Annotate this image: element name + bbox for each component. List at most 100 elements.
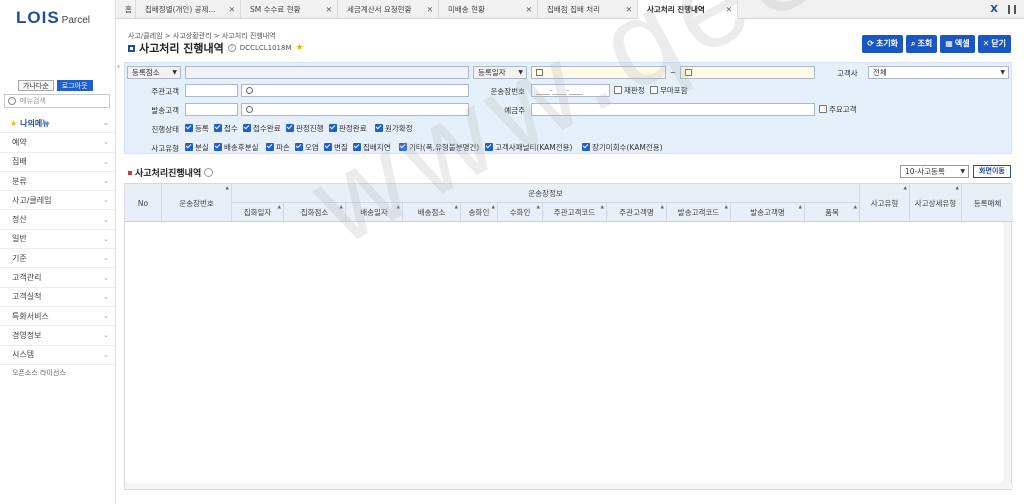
- type-checkbox-damaged[interactable]: 파손: [266, 142, 290, 153]
- main-customer-checkbox[interactable]: 주요고객: [819, 104, 857, 115]
- tab-sm-fee[interactable]: SM 수수료 현황 ✕: [241, 0, 338, 19]
- close-button[interactable]: ✕ 닫기: [977, 35, 1011, 53]
- search-button[interactable]: ⌕ 조회: [906, 35, 938, 53]
- col-accident-type[interactable]: 사고유형 ▲: [860, 184, 910, 222]
- calendar-icon[interactable]: [536, 69, 543, 76]
- main-customer-code-input[interactable]: [185, 84, 238, 97]
- type-checkbox-lost-after-delivery[interactable]: 배송후분실: [214, 142, 259, 153]
- refresh-icon: ⟳: [867, 39, 874, 48]
- sort-button[interactable]: 가나다순: [18, 80, 54, 91]
- date-to-input[interactable]: [680, 66, 815, 79]
- tab-undelivered[interactable]: 미배송 현황 ✕: [439, 0, 538, 19]
- sidebar-item-reservation[interactable]: 예약 ⌄: [0, 133, 115, 153]
- search-icon[interactable]: [246, 106, 253, 113]
- reg-place-select[interactable]: 등록점소 ▼: [127, 66, 181, 79]
- type-checkbox-lost[interactable]: 분실: [185, 142, 209, 153]
- grid-horizontal-scrollbar[interactable]: [125, 483, 1013, 489]
- tab-tax-invoice[interactable]: 세금계산서 요청현황 ✕: [338, 0, 439, 19]
- rejudge-checkbox[interactable]: 재판정: [614, 85, 645, 96]
- col-main-customer-name[interactable]: 주관고객명 ▲: [607, 203, 667, 222]
- screen-move-button[interactable]: 화면이동: [973, 165, 1011, 178]
- customer-company-select[interactable]: 전체 ▼: [868, 66, 1009, 79]
- col-collect-office[interactable]: 집화점소 ▲: [284, 203, 346, 222]
- sidebar-item-favorites[interactable]: ★ 나의메뉴 ⌄: [0, 114, 115, 134]
- status-checkbox-cost-fixed[interactable]: 원가확정: [375, 123, 413, 134]
- excel-button[interactable]: ▦ 엑셀: [940, 35, 975, 53]
- status-checkbox-registered[interactable]: 등록: [185, 123, 209, 134]
- col-ship-customer-code[interactable]: 발송고객코드 ▲: [667, 203, 731, 222]
- close-all-tabs-icon[interactable]: X: [990, 4, 998, 15]
- reset-button[interactable]: ⟳ 초기화: [862, 35, 904, 53]
- col-delivery-office[interactable]: 배송점소 ▲: [403, 203, 461, 222]
- calendar-icon[interactable]: [685, 69, 692, 76]
- collapse-sidebar-icon[interactable]: ‹: [117, 62, 120, 71]
- sidebar-item-customer[interactable]: 고객관리 ⌄: [0, 268, 115, 288]
- grid-vertical-scrollbar[interactable]: [1003, 222, 1011, 489]
- reg-date-select[interactable]: 등록일자 ▼: [473, 66, 527, 79]
- favorite-star-icon[interactable]: ★: [296, 43, 304, 53]
- col-delivery-date[interactable]: 배송일자 ▲: [346, 203, 403, 222]
- col-collect-date[interactable]: 집화일자 ▲: [232, 203, 284, 222]
- tab-accident-history[interactable]: 사고처리 진행내역 ✕: [638, 0, 738, 19]
- waybill-input[interactable]: ____-____-____: [531, 84, 610, 97]
- close-icon[interactable]: ✕: [427, 0, 433, 19]
- reg-place-input[interactable]: [185, 66, 469, 79]
- type-checkbox-penalty[interactable]: 고객사패널티(KAM전용): [485, 142, 572, 153]
- col-waybill[interactable]: 운송장번호 ▲: [162, 184, 232, 222]
- sidebar-item-settlement[interactable]: 정산 ⌄: [0, 210, 115, 230]
- col-sender[interactable]: 송화인 ▲: [461, 203, 498, 222]
- close-icon[interactable]: ✕: [726, 0, 732, 17]
- sidebar-item-system[interactable]: 시스템 ⌄: [0, 346, 115, 365]
- ship-customer-name-input[interactable]: [241, 103, 469, 116]
- col-no[interactable]: No: [125, 184, 162, 222]
- depositor-input[interactable]: [531, 103, 815, 116]
- type-checkbox-unreturned[interactable]: 장기미회수(KAM전용): [582, 142, 663, 153]
- checkbox-checked-icon: [329, 124, 337, 132]
- oss-license-link[interactable]: 오픈소스 라이선스: [12, 368, 66, 378]
- sidebar-item-collect[interactable]: 집배 ⌄: [0, 153, 115, 172]
- status-checkbox-received-done[interactable]: 접수완료: [243, 123, 281, 134]
- type-checkbox-spoiled[interactable]: 변질: [324, 142, 348, 153]
- menu-search-input[interactable]: 메뉴검색: [4, 94, 110, 108]
- sidebar-item-customer-perf[interactable]: 고객실적 ⌄: [0, 288, 115, 307]
- settings-gear-icon[interactable]: [204, 168, 214, 177]
- type-checkbox-delay[interactable]: 집배지연: [353, 142, 391, 153]
- status-checkbox-judging[interactable]: 판정진행: [286, 123, 324, 134]
- status-checkbox-judged[interactable]: 판정완료: [329, 123, 367, 134]
- logo[interactable]: LOIS Parcel: [16, 8, 90, 28]
- sidebar-item-sort[interactable]: 분류 ⌄: [0, 172, 115, 192]
- sidebar-item-special[interactable]: 특화서비스 ⌄: [0, 307, 115, 327]
- main-customer-name-input[interactable]: [241, 84, 469, 97]
- close-icon[interactable]: ✕: [326, 0, 332, 19]
- tab-home[interactable]: 홈: [116, 0, 136, 19]
- noauth-checkbox[interactable]: 무마포함: [650, 85, 688, 96]
- checkbox-label: 분실: [195, 143, 209, 152]
- sidebar-item-claim[interactable]: 사고/클레임 ⌄: [0, 191, 115, 211]
- status-checkbox-received[interactable]: 접수: [214, 123, 238, 134]
- help-icon[interactable]: ?: [227, 44, 236, 52]
- tab-deduction[interactable]: 집배정별(개인) 공제... ✕: [136, 0, 241, 19]
- search-icon: ⌕: [911, 39, 916, 48]
- type-checkbox-etc[interactable]: 기타(폭,유형불분명건): [399, 142, 479, 153]
- close-icon[interactable]: ✕: [229, 0, 235, 19]
- search-icon[interactable]: [246, 87, 253, 94]
- col-ship-customer-name[interactable]: 발송고객명 ▲: [731, 203, 805, 222]
- ship-customer-code-input[interactable]: [185, 103, 238, 116]
- col-receiver[interactable]: 수화인 ▲: [498, 203, 543, 222]
- tab-list-icon[interactable]: [1008, 5, 1016, 14]
- col-reg-medium[interactable]: 등록매체: [962, 184, 1013, 222]
- sidebar-item-standard[interactable]: 기준 ⌄: [0, 249, 115, 269]
- col-main-customer-code[interactable]: 주관고객코드 ▲: [543, 203, 607, 222]
- type-checkbox-contaminated[interactable]: 오염: [295, 142, 319, 153]
- logout-button[interactable]: 로그아웃: [56, 80, 93, 91]
- date-from-input[interactable]: [531, 66, 666, 79]
- close-icon[interactable]: ✕: [526, 0, 532, 19]
- tab-collect-process[interactable]: 집배점 집배 처리 ✕: [538, 0, 638, 19]
- close-icon[interactable]: ✕: [626, 0, 632, 19]
- sidebar-item-general[interactable]: 일반 ⌄: [0, 230, 115, 250]
- col-item[interactable]: 품목 ▲: [805, 203, 860, 222]
- checkbox-label: 재판정: [624, 86, 645, 95]
- sidebar-item-management[interactable]: 경영정보 ⌄: [0, 326, 115, 346]
- col-accident-detail-type[interactable]: 사고상세유형 ▲: [910, 184, 962, 222]
- page-size-select[interactable]: 10-사고등록 ▼: [900, 165, 969, 178]
